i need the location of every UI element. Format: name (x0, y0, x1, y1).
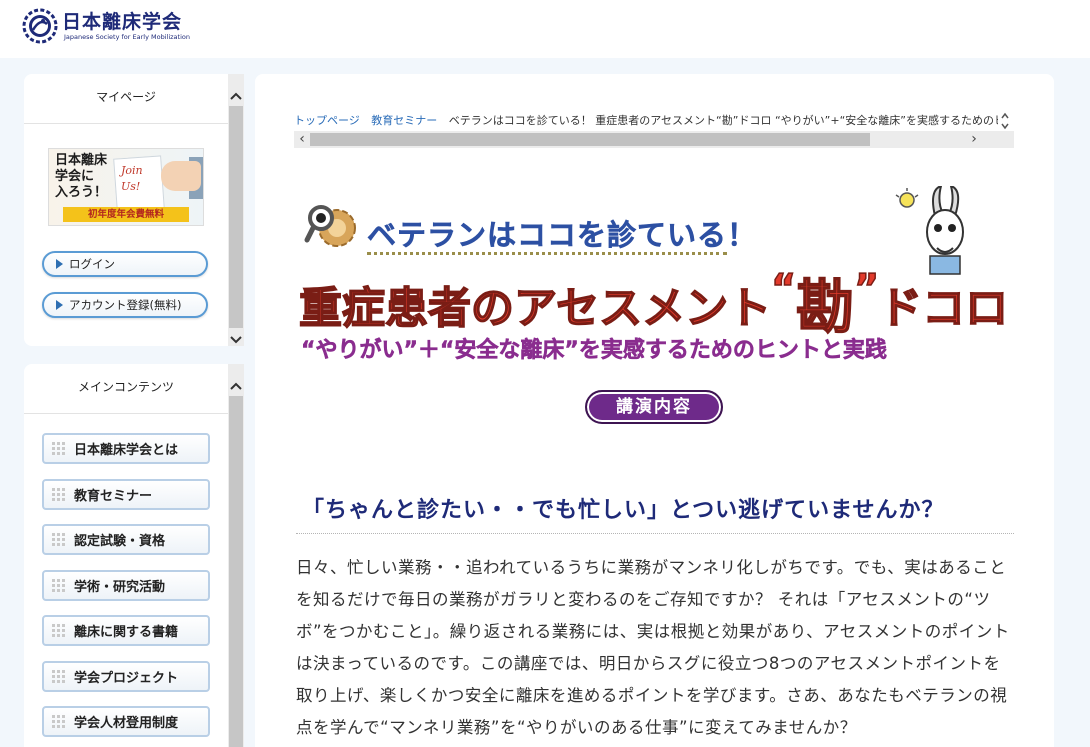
menu-item-label: 学会プロジェクト (74, 671, 179, 686)
menu-item-label: 教育セミナー (74, 489, 153, 504)
banner-text: 日本離床 学会に 入ろう！ (55, 153, 108, 200)
scroll-up-icon[interactable] (228, 378, 244, 394)
hero-subtitle: ベテランはココを診ている！ (367, 218, 758, 253)
section-heading: 「ちゃんと診たい・・でも忙しい」とつい逃げていませんか？ (296, 494, 1014, 534)
banner-ribbon: 初年度年会費無料 (63, 207, 189, 222)
mypage-panel: マイページ 日本離床 学会に 入ろう！ Join Us! 初年度年会費無料 ログ… (24, 74, 228, 346)
scroll-up-icon[interactable] (228, 88, 244, 104)
hscroll-thumb[interactable] (310, 133, 870, 146)
section-body: 日々、忙しい業務・・追われているうちに業務がマンネリ化しがちです。でも、実はある… (296, 558, 1010, 737)
breadcrumb-separator (364, 114, 368, 127)
grip-icon (52, 714, 66, 729)
grip-icon (52, 578, 66, 593)
mypage-title: マイページ (24, 74, 228, 124)
seminar-hero: ベテランはココを診ている！ 重症患者のアセスメント“勘”ドコロ “やりがい”＋“… (295, 182, 1015, 432)
grip-icon (52, 669, 66, 684)
scroll-thumb[interactable] (229, 396, 243, 747)
banner-join-text: Join Us! (121, 164, 143, 193)
hero-title-quote-close: ” (853, 265, 880, 311)
site-header: 日本離床学会 Japanese Society for Early Mobili… (0, 0, 1090, 58)
menu-item-label: 認定試験・資格 (74, 534, 166, 549)
menu-item-research[interactable]: 学術・研究活動 (42, 570, 210, 601)
scroll-thumb[interactable] (229, 106, 243, 328)
hero-tagline: “やりがい”＋“安全な離床”を実感するためのヒントと実践 (301, 338, 887, 364)
hero-dotted-line (367, 252, 727, 255)
login-button[interactable]: ログイン (42, 251, 208, 277)
site-logo[interactable]: 日本離床学会 Japanese Society for Early Mobili… (22, 8, 190, 44)
menu-item-projects[interactable]: 学会プロジェクト (42, 661, 210, 692)
crumb-scroll-icon[interactable] (1000, 112, 1010, 130)
breadcrumb-home-link[interactable]: トップページ (294, 114, 360, 127)
menu-item-seminar[interactable]: 教育セミナー (42, 479, 210, 510)
menu-item-label: 日本離床学会とは (74, 443, 179, 458)
hero-title-quote-open: “ (770, 265, 797, 311)
hero-title-kanji: 勘 (795, 272, 855, 342)
grip-icon (52, 441, 66, 456)
scroll-right-icon[interactable]: › (966, 131, 982, 148)
grip-icon (52, 532, 66, 547)
pointing-hand-icon (161, 161, 201, 191)
society-emblem-icon (22, 8, 58, 44)
login-label: ログイン (69, 257, 115, 271)
triangle-right-icon (56, 259, 63, 269)
main-contents-panel: メインコンテンツ 日本離床学会とは 教育セミナー 認定試験・資格 学術・研究活動… (24, 364, 228, 747)
main-contents-title: メインコンテンツ (24, 364, 228, 414)
register-label: アカウント登録(無料) (69, 298, 182, 312)
scroll-down-icon[interactable] (228, 332, 244, 348)
menu-item-about[interactable]: 日本離床学会とは (42, 433, 210, 464)
register-button[interactable]: アカウント登録(無料) (42, 292, 208, 318)
main-content: トップページ 教育セミナー ベテランはココを診ている！ 重症患者のアセスメント“… (255, 74, 1054, 747)
lecture-content-button[interactable]: 講演内容 (585, 390, 723, 424)
grip-icon (52, 623, 66, 638)
grip-icon (52, 487, 66, 502)
breadcrumb-seminar-link[interactable]: 教育セミナー (371, 114, 437, 127)
breadcrumb-hscroll[interactable]: ‹ › (294, 131, 1014, 148)
hero-title-pre: 重症患者のアセスメント (298, 283, 772, 335)
triangle-right-icon (56, 300, 63, 310)
join-banner[interactable]: 日本離床 学会に 入ろう！ Join Us! 初年度年会費無料 (48, 148, 204, 226)
logo-subtitle: Japanese Society for Early Mobilization (64, 33, 190, 41)
breadcrumb: トップページ 教育セミナー ベテランはココを診ている！ 重症患者のアセスメント“… (294, 110, 1014, 150)
breadcrumb-current: ベテランはココを診ている！ 重症患者のアセスメント“勘”ドコロ “やりがい”+“… (448, 114, 998, 127)
breadcrumb-separator (441, 114, 445, 127)
menu-item-label: 学会人材登用制度 (74, 716, 179, 731)
hero-title-post: ドコロ (878, 283, 1009, 335)
menu-item-recruitment[interactable]: 学会人材登用制度 (42, 706, 210, 737)
mypage-scrollbar[interactable] (228, 74, 244, 346)
logo-title: 日本離床学会 (62, 11, 183, 33)
hero-title: 重症患者のアセスメント“勘”ドコロ (298, 256, 1009, 342)
breadcrumb-text: トップページ 教育セミナー ベテランはココを診ている！ 重症患者のアセスメント“… (294, 112, 998, 128)
menu-item-label: 離床に関する書籍 (74, 625, 179, 640)
main-contents-scrollbar[interactable] (228, 364, 244, 747)
menu-item-label: 学術・研究活動 (74, 580, 166, 595)
menu-item-certification[interactable]: 認定試験・資格 (42, 524, 210, 555)
magnifier-gear-icon (304, 205, 356, 247)
scroll-left-icon[interactable]: ‹ (294, 131, 310, 148)
menu-item-books[interactable]: 離床に関する書籍 (42, 615, 210, 646)
